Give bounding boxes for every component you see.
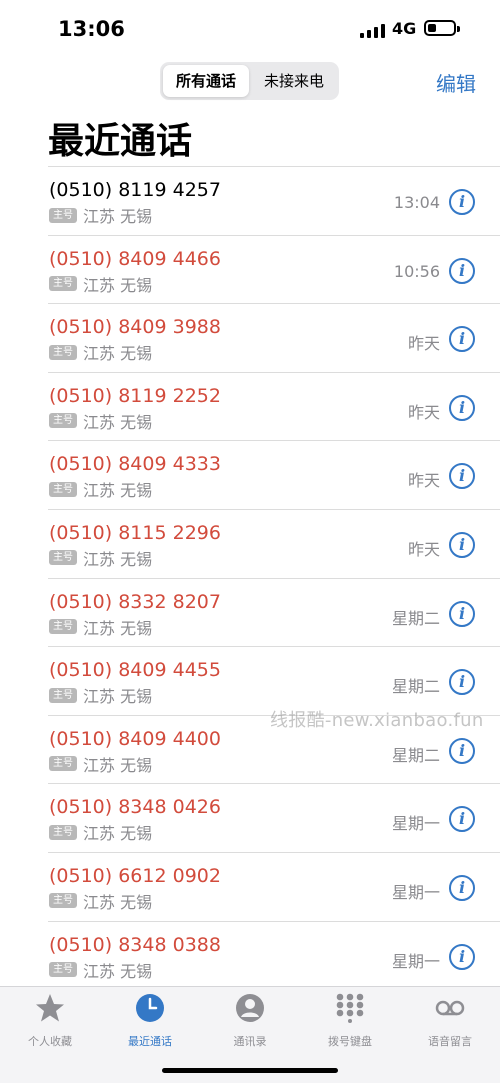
info-icon[interactable]: i (449, 806, 475, 833)
primary-number-badge: 主号 (49, 481, 77, 497)
edit-button[interactable]: 编辑 (436, 68, 476, 97)
info-icon[interactable]: i (449, 463, 475, 490)
tab-contacts[interactable]: 通讯录 (200, 993, 300, 1053)
phone-number: (0510) 8115 2296 (49, 521, 221, 544)
tab-label: 通讯录 (233, 1035, 267, 1048)
call-time: 昨天 (407, 334, 440, 354)
primary-number-badge: 主号 (49, 550, 77, 566)
call-location: 江苏 无锡 (83, 344, 153, 364)
home-indicator (162, 1068, 338, 1073)
primary-number-badge: 主号 (49, 962, 77, 978)
info-icon[interactable]: i (449, 874, 475, 901)
phone-number: (0510) 8409 3988 (49, 316, 221, 339)
primary-number-badge: 主号 (49, 207, 77, 223)
call-time: 星期一 (391, 951, 440, 971)
call-row[interactable]: (0510) 8115 2296 主号 江苏 无锡 昨天 i (48, 510, 500, 579)
call-location: 江苏 无锡 (83, 687, 153, 707)
tab-voicemail[interactable]: 语音留言 (400, 993, 500, 1053)
call-time: 昨天 (407, 471, 440, 491)
info-icon[interactable]: i (449, 531, 475, 558)
call-row[interactable]: (0510) 8348 0388 主号 江苏 无锡 星期一 i (48, 922, 500, 991)
primary-number-badge: 主号 (49, 756, 77, 772)
watermark: 线报酷-new.xianbao.fun (270, 710, 484, 731)
tab-label: 最近通话 (128, 1035, 172, 1048)
call-location: 江苏 无锡 (83, 824, 153, 844)
tab-label: 个人收藏 (28, 1035, 72, 1048)
call-time: 星期二 (391, 608, 440, 628)
info-icon[interactable]: i (449, 737, 475, 764)
call-filter-segmented-control: 所有通话 未接来电 (160, 62, 339, 100)
status-bar: 13:06 4G (0, 0, 500, 60)
call-time: 星期一 (391, 814, 440, 834)
recent-calls-list: (0510) 8119 4257 主号 江苏 无锡 13:04 i (0510) … (0, 167, 500, 991)
info-icon[interactable]: i (449, 669, 475, 696)
status-time: 13:06 (58, 17, 125, 41)
call-location: 江苏 无锡 (83, 892, 153, 912)
tab-label: 语音留言 (428, 1035, 472, 1048)
call-row[interactable]: (0510) 8119 2252 主号 江苏 无锡 昨天 i (48, 373, 500, 442)
phone-number: (0510) 8348 0426 (49, 796, 221, 819)
segment-missed-calls[interactable]: 未接来电 (252, 65, 336, 97)
call-time: 昨天 (407, 539, 440, 559)
call-location: 江苏 无锡 (83, 275, 153, 295)
call-location: 江苏 无锡 (83, 549, 153, 569)
call-time: 10:56 (393, 261, 440, 281)
phone-number: (0510) 8409 4455 (49, 659, 221, 682)
call-row[interactable]: (0510) 8332 8207 主号 江苏 无锡 星期二 i (48, 579, 500, 648)
primary-number-badge: 主号 (49, 344, 77, 360)
clock-icon (136, 994, 164, 1022)
phone-number: (0510) 8332 8207 (49, 590, 221, 613)
call-time: 星期一 (391, 882, 440, 902)
info-icon[interactable]: i (449, 600, 475, 627)
tab-recents[interactable]: 最近通话 (100, 993, 200, 1053)
call-location: 江苏 无锡 (83, 755, 153, 775)
battery-icon (424, 20, 460, 36)
call-time: 昨天 (407, 402, 440, 422)
call-row[interactable]: (0510) 8119 4257 主号 江苏 无锡 13:04 i (48, 167, 500, 236)
call-row[interactable]: (0510) 6612 0902 主号 江苏 无锡 星期一 i (48, 853, 500, 922)
phone-number: (0510) 8409 4466 (49, 247, 221, 270)
primary-number-badge: 主号 (49, 276, 77, 292)
primary-number-badge: 主号 (49, 687, 77, 703)
segment-all-calls[interactable]: 所有通话 (163, 65, 249, 97)
phone-number: (0510) 8409 4400 (49, 727, 221, 750)
info-icon[interactable]: i (449, 326, 475, 353)
call-time: 星期二 (391, 677, 440, 697)
info-icon[interactable]: i (449, 257, 475, 284)
tab-favorites[interactable]: 个人收藏 (0, 993, 100, 1053)
person-icon (236, 994, 264, 1022)
call-row[interactable]: (0510) 8409 3988 主号 江苏 无锡 昨天 i (48, 304, 500, 373)
star-icon (36, 994, 64, 1022)
tab-label: 拨号键盘 (328, 1035, 372, 1048)
primary-number-badge: 主号 (49, 619, 77, 635)
tab-keypad[interactable]: 拨号键盘 (300, 993, 400, 1053)
call-row[interactable]: (0510) 8409 4466 主号 江苏 无锡 10:56 i (48, 236, 500, 305)
page-title: 最近通话 (48, 121, 193, 162)
phone-number: (0510) 8119 2252 (49, 384, 221, 407)
keypad-icon (336, 993, 364, 1023)
info-icon[interactable]: i (449, 394, 475, 421)
info-icon[interactable]: i (449, 943, 475, 970)
voicemail-icon (435, 1000, 465, 1016)
call-location: 江苏 无锡 (83, 412, 153, 432)
phone-number: (0510) 8119 4257 (49, 179, 221, 201)
call-location: 江苏 无锡 (83, 618, 153, 638)
info-icon[interactable]: i (449, 189, 475, 215)
phone-number: (0510) 8348 0388 (49, 933, 221, 956)
signal-icon (360, 22, 386, 38)
phone-number: (0510) 8409 4333 (49, 453, 221, 476)
call-row[interactable]: (0510) 8348 0426 主号 江苏 无锡 星期一 i (48, 784, 500, 853)
primary-number-badge: 主号 (49, 824, 77, 840)
call-location: 江苏 无锡 (83, 481, 153, 501)
call-row[interactable]: (0510) 8409 4333 主号 江苏 无锡 昨天 i (48, 441, 500, 510)
primary-number-badge: 主号 (49, 893, 77, 909)
call-time: 13:04 (393, 193, 440, 212)
primary-number-badge: 主号 (49, 413, 77, 429)
call-location: 江苏 无锡 (83, 207, 153, 226)
call-time: 星期二 (391, 745, 440, 765)
network-type: 4G (392, 19, 417, 38)
call-location: 江苏 无锡 (83, 961, 153, 981)
phone-number: (0510) 6612 0902 (49, 864, 221, 887)
